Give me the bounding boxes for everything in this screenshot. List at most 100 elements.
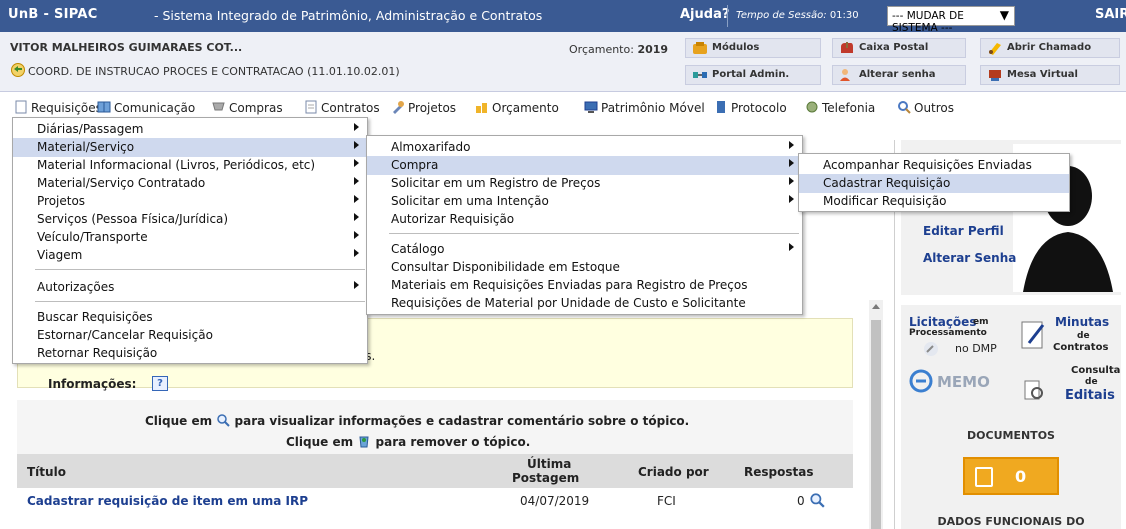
cart-icon <box>212 102 225 111</box>
col-title[interactable]: Título <box>27 465 66 479</box>
menu-item-buscar[interactable]: Buscar Requisições <box>13 308 367 327</box>
budget-year: Orçamento: 2019 <box>569 43 668 56</box>
shortcut-label: Alterar senha <box>859 69 936 80</box>
menu-telephony[interactable]: Telefonia <box>805 100 875 115</box>
col-last-post[interactable]: Última <box>527 457 571 471</box>
topic-date: 04/07/2019 <box>520 494 590 508</box>
menu-protocol[interactable]: Protocolo <box>714 100 787 115</box>
change-password-link[interactable]: Alterar Senha <box>923 251 1016 265</box>
memo-link[interactable]: MEMO <box>909 367 1005 405</box>
menu-item-almoxarifado[interactable]: Almoxarifado <box>367 138 802 157</box>
shortcut-modules[interactable]: Módulos <box>685 38 821 58</box>
shortcut-label: Módulos <box>712 42 760 53</box>
minutas-link[interactable]: Minutas de Contratos <box>1019 315 1115 363</box>
menu-movable-assets[interactable]: Patrimônio Móvel <box>584 100 705 115</box>
help-link[interactable]: Ajuda? <box>680 7 729 22</box>
desk-icon <box>989 70 1001 81</box>
col-replies[interactable]: Respostas <box>744 465 813 479</box>
requisitions-dropdown: Diárias/Passagem Material/Serviço Materi… <box>12 117 368 364</box>
shortcut-mailbox[interactable]: Caixa Postal <box>832 38 966 58</box>
menu-item-viagem[interactable]: Viagem <box>13 246 367 265</box>
menu-item-estoque[interactable]: Consultar Disponibilidade em Estoque <box>367 258 802 277</box>
menu-item-retornar[interactable]: Retornar Requisição <box>13 344 367 363</box>
menu-item-estornar[interactable]: Estornar/Cancelar Requisição <box>13 326 367 345</box>
phone-icon <box>806 101 818 113</box>
memo-label: MEMO <box>937 373 990 391</box>
menu-item-cadastrar-requisicao[interactable]: Cadastrar Requisição <box>799 174 1069 193</box>
session-time: 01:30 <box>829 10 859 21</box>
menu-item-material-servico[interactable]: Material/Serviço <box>13 138 367 157</box>
topics-panel: Clique em para visualizar informações e … <box>17 400 853 529</box>
budget-label: Orçamento: <box>569 43 634 56</box>
menu-projects[interactable]: Projetos <box>391 100 456 115</box>
topic-title-link[interactable]: Cadastrar requisição de item em uma IRP <box>27 494 308 508</box>
system-select[interactable]: --- MUDAR DE SISTEMA --- ▼ <box>887 6 1015 34</box>
menu-item-intencao[interactable]: Solicitar em uma Intenção <box>367 192 802 211</box>
minutas-title: Minutas <box>1055 315 1110 329</box>
submenu-arrow-icon <box>354 177 359 185</box>
menu-contracts[interactable]: Contratos <box>304 100 380 115</box>
menu-item-modificar[interactable]: Modificar Requisição <box>799 192 1069 211</box>
menu-item-diarias[interactable]: Diárias/Passagem <box>13 120 367 139</box>
edit-profile-link[interactable]: Editar Perfil <box>923 224 1004 238</box>
col-last-post-2[interactable]: Postagem <box>512 471 579 485</box>
menu-item-compra[interactable]: Compra <box>367 156 802 175</box>
click-remove-text: para remover o tópico. <box>375 435 531 449</box>
menu-item-requisicoes-unidade[interactable]: Requisições de Material por Unidade de C… <box>367 294 802 313</box>
menu-item-projetos[interactable]: Projetos <box>13 192 367 211</box>
info-icon[interactable]: ? <box>152 376 168 391</box>
table-row: Cadastrar requisição de item em uma IRP … <box>17 488 853 529</box>
menu-item-material-contratado[interactable]: Material/Serviço Contratado <box>13 174 367 193</box>
editais-link[interactable]: Consulta de Editais <box>1019 365 1120 409</box>
col-created-by[interactable]: Criado por <box>638 465 709 479</box>
contract-pen-icon <box>1021 321 1045 349</box>
scroll-up-icon[interactable] <box>872 304 880 309</box>
menu-item-acompanhar[interactable]: Acompanhar Requisições Enviadas <box>799 156 1069 175</box>
shortcut-change-password[interactable]: Alterar senha <box>832 65 966 85</box>
scrollbar-thumb[interactable] <box>871 320 881 529</box>
functional-data-title: DADOS FUNCIONAIS DO <box>937 515 1085 528</box>
logout-link[interactable]: SAIR <box>1095 7 1126 22</box>
shortcut-admin-portal[interactable]: Portal Admin. <box>685 65 821 85</box>
menu-item-catalogo[interactable]: Catálogo <box>367 240 802 259</box>
menu-item-materiais-registro[interactable]: Materiais em Requisições Enviadas para R… <box>367 276 802 295</box>
menu-item-autorizar[interactable]: Autorizar Requisição <box>367 210 802 229</box>
shortcut-label: Mesa Virtual <box>1007 69 1078 80</box>
user-bar: VITOR MALHEIROS GUIMARAES COT... COORD. … <box>0 32 1126 92</box>
licitacoes-link[interactable]: Licitações em Processamento no DMP <box>909 315 1005 363</box>
shortcut-label: Abrir Chamado <box>1007 42 1092 53</box>
submenu-arrow-icon <box>354 281 359 289</box>
menu-others[interactable]: Outros <box>897 100 954 115</box>
app-subtitle: - Sistema Integrado de Patrimônio, Admin… <box>154 8 543 23</box>
document-edit-icon <box>975 467 993 487</box>
menu-item-registro-precos[interactable]: Solicitar em um Registro de Preços <box>367 174 802 193</box>
click-prefix: Clique em <box>286 435 354 449</box>
trash-icon <box>359 436 369 448</box>
menu-communication[interactable]: Comunicação <box>97 100 195 115</box>
menu-purchases[interactable]: Compras <box>212 100 283 115</box>
menu-item-autorizacoes[interactable]: Autorizações <box>13 278 367 297</box>
unit-change-icon[interactable] <box>10 62 26 78</box>
menu-item-veiculo[interactable]: Veículo/Transporte <box>13 228 367 247</box>
tools-icon <box>393 101 404 114</box>
click-view-text: para visualizar informações e cadastrar … <box>234 414 690 428</box>
documents-badge[interactable]: 0 <box>963 457 1059 495</box>
shortcut-label: Caixa Postal <box>859 42 929 53</box>
ticket-icon <box>989 43 1001 55</box>
menu-item-material-informacional[interactable]: Material Informacional (Livros, Periódic… <box>13 156 367 175</box>
shortcut-open-ticket[interactable]: Abrir Chamado <box>980 38 1120 58</box>
computer-icon <box>584 101 598 113</box>
menu-requisitions[interactable]: Requisições <box>14 100 102 115</box>
submenu-arrow-icon <box>789 159 794 167</box>
shortcut-virtual-desk[interactable]: Mesa Virtual <box>980 65 1120 85</box>
menu-item-servicos[interactable]: Serviços (Pessoa Física/Jurídica) <box>13 210 367 229</box>
view-instructions: Clique em para visualizar informações e … <box>145 413 689 428</box>
magnifier-icon <box>898 101 911 114</box>
menu-budget[interactable]: Orçamento <box>475 100 559 115</box>
budget-value: 2019 <box>637 43 669 56</box>
page-icon <box>15 100 27 114</box>
submenu-arrow-icon <box>354 195 359 203</box>
licitacoes-processamento: Processamento <box>909 328 987 338</box>
search-icon[interactable] <box>809 492 825 508</box>
session-timer: Tempo de Sessão: 01:30 <box>727 5 867 27</box>
